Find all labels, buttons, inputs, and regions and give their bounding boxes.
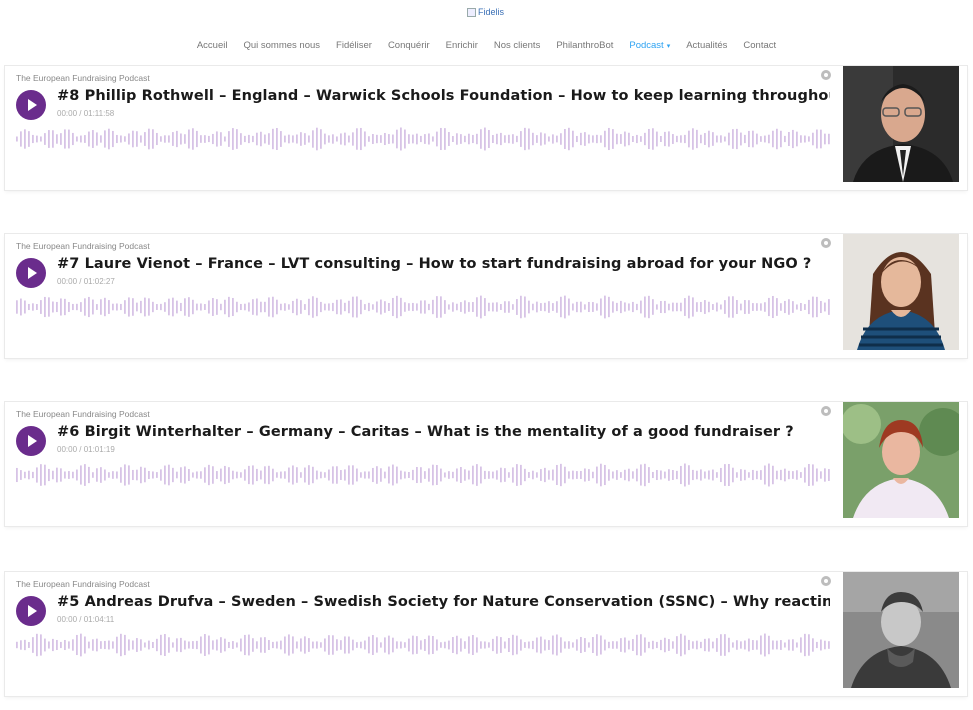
waveform-seekbar[interactable] xyxy=(16,126,832,152)
episode-title: #5 Andreas Drufva – Sweden – Swedish Soc… xyxy=(57,594,830,610)
episode-menu-icon[interactable] xyxy=(821,406,831,416)
episode-menu-icon[interactable] xyxy=(821,576,831,586)
waveform-seekbar[interactable] xyxy=(16,294,832,320)
play-button[interactable] xyxy=(16,426,46,456)
nav-item-actualites[interactable]: Actualités xyxy=(686,40,727,51)
site-logo[interactable]: Fidelis xyxy=(467,7,504,17)
logo-alt-text: Fidelis xyxy=(478,7,505,17)
episode-card: The European Fundraising Podcast #6 Birg… xyxy=(5,402,967,526)
episode-title: #7 Laure Vienot – France – LVT consultin… xyxy=(57,256,812,272)
play-button[interactable] xyxy=(16,258,46,288)
play-button[interactable] xyxy=(16,596,46,626)
nav-item-qui-sommes-nous[interactable]: Qui sommes nous xyxy=(243,40,320,51)
episode-time: 00:00 / 01:04:11 xyxy=(57,615,115,624)
nav-item-contact[interactable]: Contact xyxy=(743,40,776,51)
episode-photo xyxy=(843,572,959,688)
episode-menu-icon[interactable] xyxy=(821,238,831,248)
nav-item-fideliser[interactable]: Fidéliser xyxy=(336,40,372,51)
chevron-down-icon: ▾ xyxy=(666,43,671,50)
episode-card: The European Fundraising Podcast #5 Andr… xyxy=(5,572,967,696)
nav-item-nos-clients[interactable]: Nos clients xyxy=(494,40,540,51)
episode-menu-icon[interactable] xyxy=(821,70,831,80)
waveform-seekbar[interactable] xyxy=(16,632,832,658)
play-button[interactable] xyxy=(16,90,46,120)
show-name: The European Fundraising Podcast xyxy=(16,241,150,251)
nav-item-conquerir[interactable]: Conquérir xyxy=(388,40,430,51)
episode-time: 00:00 / 01:11:58 xyxy=(57,109,115,118)
episode-card: The European Fundraising Podcast #7 Laur… xyxy=(5,234,967,358)
episode-card: The European Fundraising Podcast #8 Phil… xyxy=(5,66,967,190)
episode-photo xyxy=(843,66,959,182)
show-name: The European Fundraising Podcast xyxy=(16,409,150,419)
broken-image-icon xyxy=(467,7,476,17)
nav-item-accueil[interactable]: Accueil xyxy=(197,40,228,51)
show-name: The European Fundraising Podcast xyxy=(16,73,150,83)
episode-photo xyxy=(843,402,959,518)
episode-time: 00:00 / 01:01:19 xyxy=(57,445,115,454)
waveform-seekbar[interactable] xyxy=(16,462,832,488)
nav-item-philanthrobot[interactable]: PhilanthroBot xyxy=(556,40,613,51)
episode-photo xyxy=(843,234,959,350)
nav-item-podcast[interactable]: Podcast ▾ xyxy=(629,40,670,51)
nav-item-enrichir[interactable]: Enrichir xyxy=(446,40,478,51)
main-nav: Accueil Qui sommes nous Fidéliser Conqué… xyxy=(0,40,973,51)
episode-title: #8 Phillip Rothwell – England – Warwick … xyxy=(57,88,830,104)
episode-title: #6 Birgit Winterhalter – Germany – Carit… xyxy=(57,424,794,440)
show-name: The European Fundraising Podcast xyxy=(16,579,150,589)
nav-item-podcast-label: Podcast xyxy=(629,40,664,51)
episode-time: 00:00 / 01:02:27 xyxy=(57,277,115,286)
